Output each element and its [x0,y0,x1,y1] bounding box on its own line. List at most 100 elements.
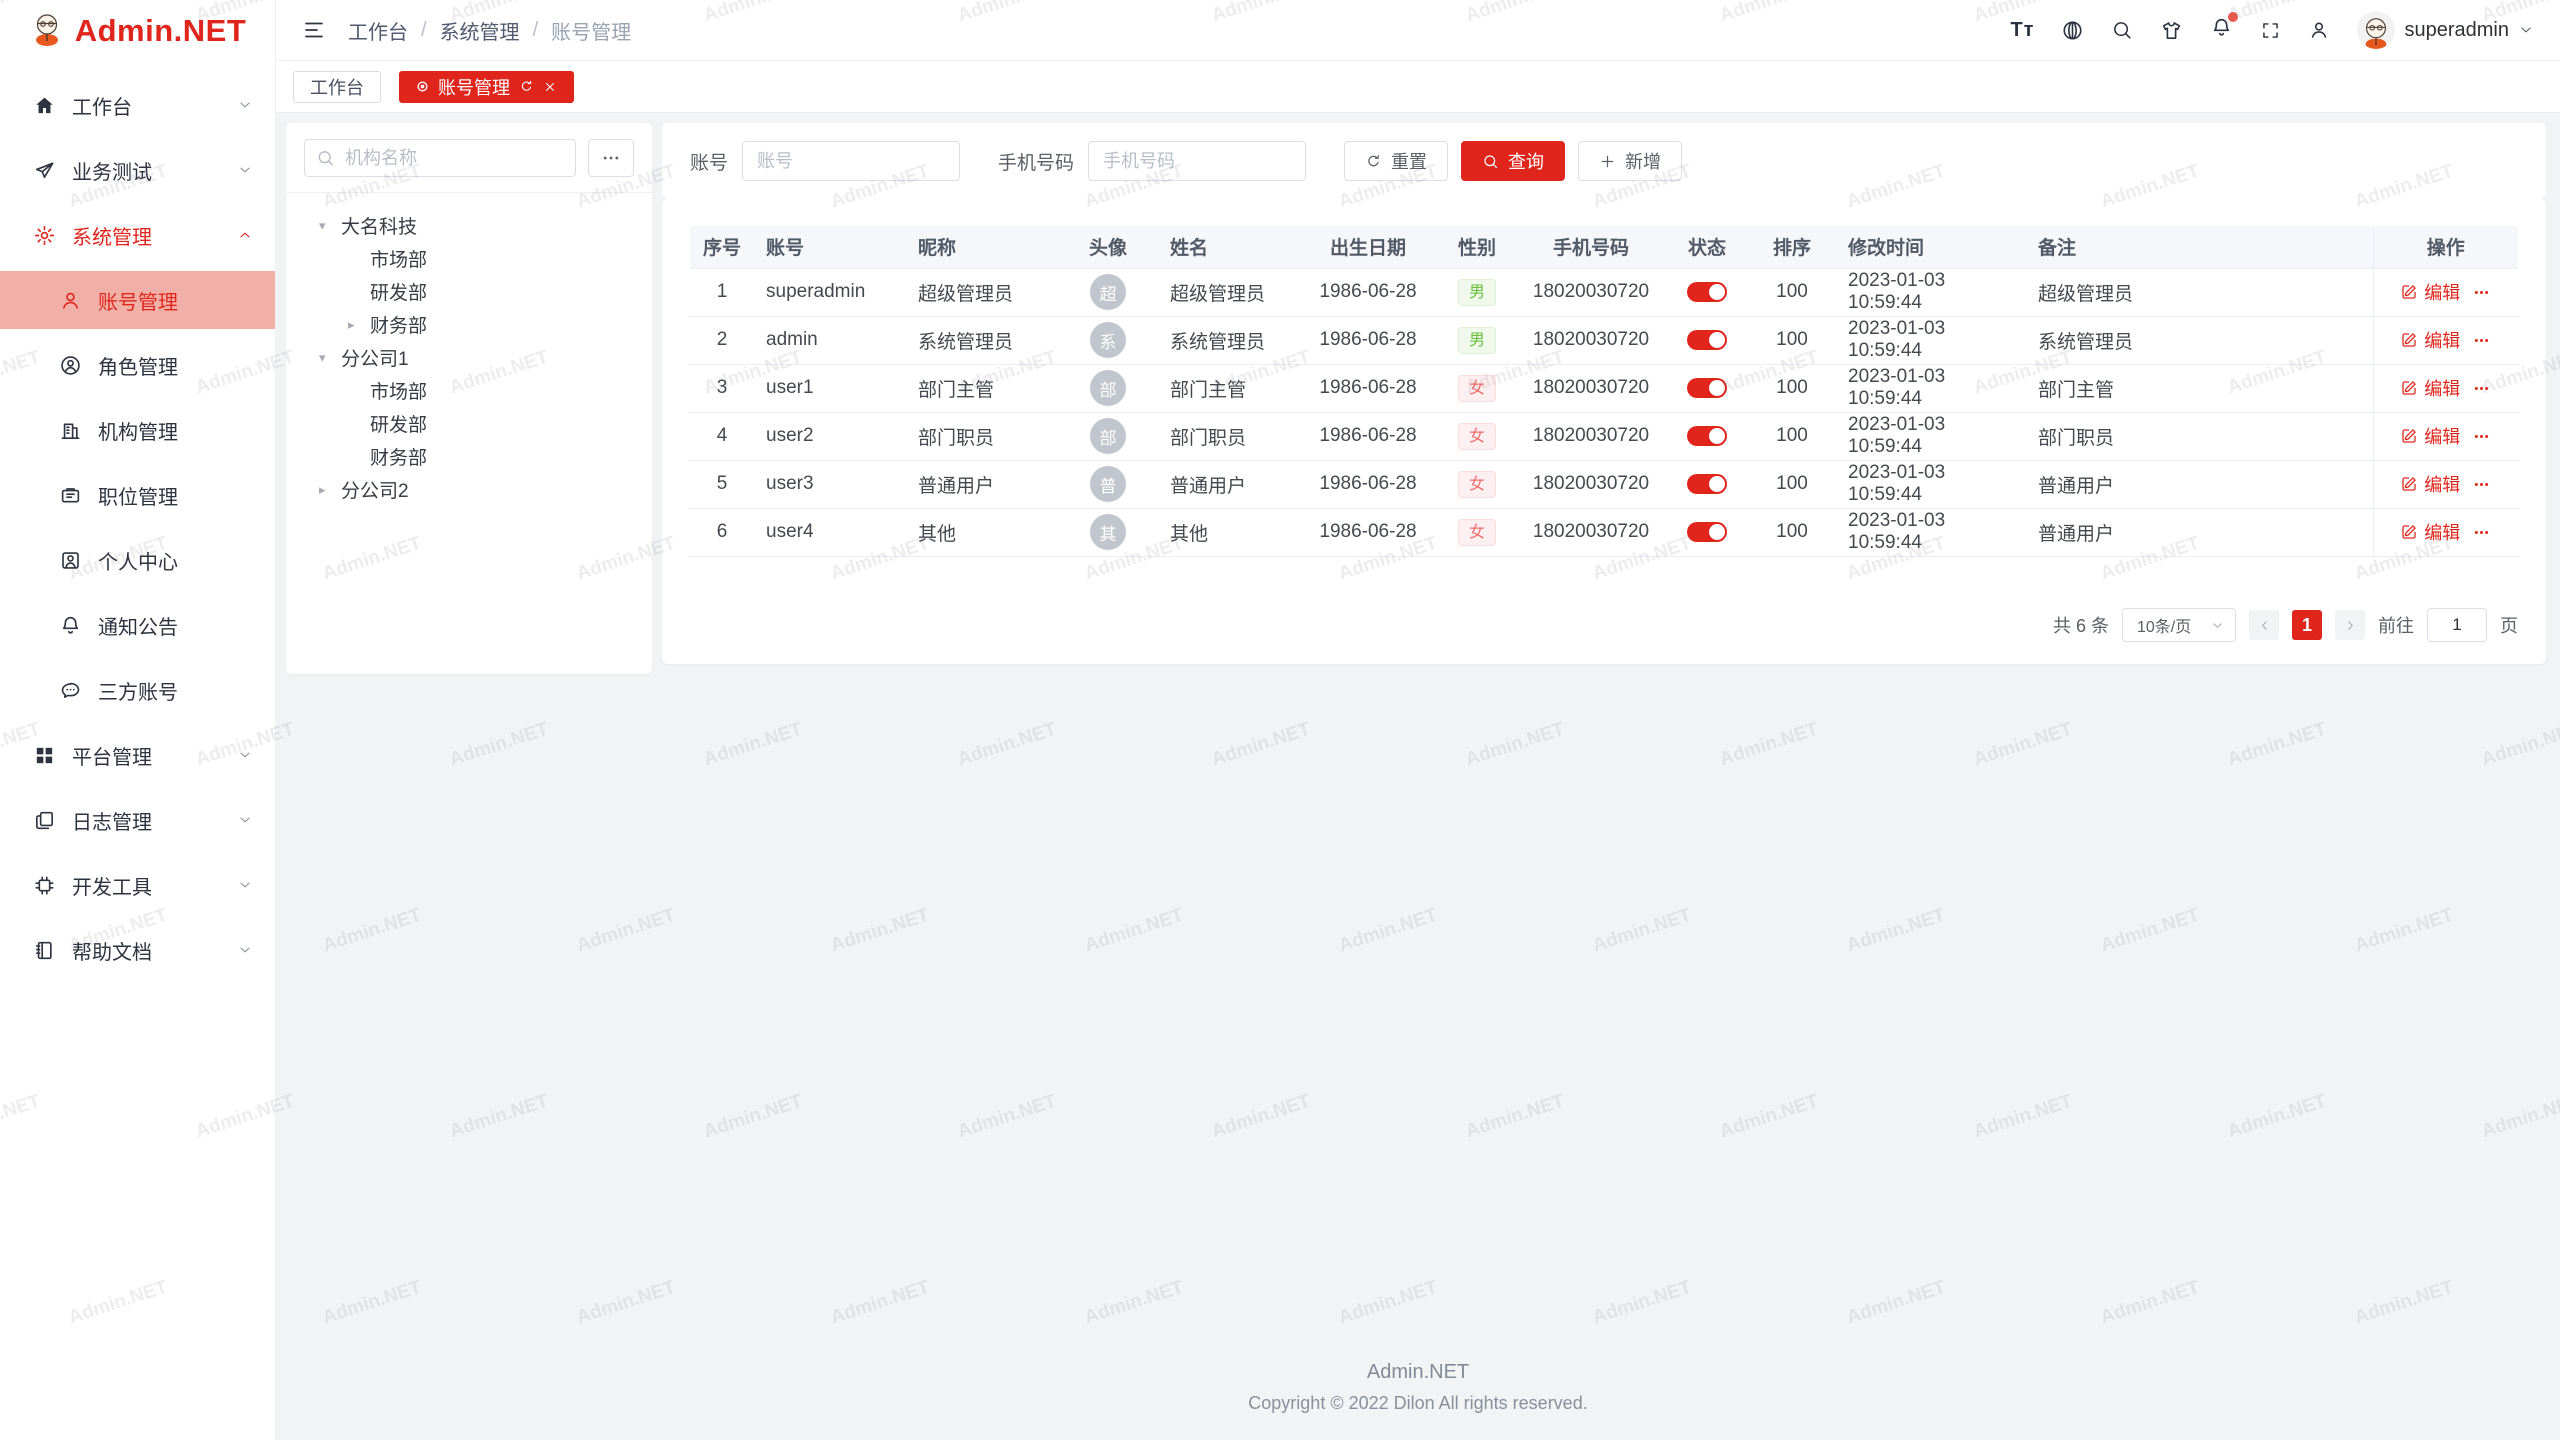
sidebar-subitem-notice[interactable]: 通知公告 [0,596,275,654]
menu-item-label: 业务测试 [72,156,152,185]
breadcrumb-item[interactable]: 系统管理 [440,16,520,45]
sidebar-item-help[interactable]: 帮助文档 [0,921,275,979]
sidebar-subitem-role[interactable]: 角色管理 [0,336,275,394]
cell-sort: 100 [1748,508,1836,556]
cell-status [1666,268,1748,316]
tree-node-label: 研发部 [370,278,427,305]
tree-node[interactable]: 市场部 [286,374,652,407]
user-menu[interactable]: superadmin [2357,11,2534,49]
breadcrumb-item[interactable]: 工作台 [348,16,408,45]
theme-shirt-icon[interactable] [2160,19,2183,42]
tree-node[interactable]: 研发部 [286,275,652,308]
user-avatar [2357,11,2395,49]
phone-input[interactable] [1088,141,1306,181]
tab-item[interactable]: 工作台 [293,71,381,103]
tree-node[interactable]: 财务部 [286,440,652,473]
status-toggle[interactable] [1687,330,1727,350]
footer-copyright: Copyright © 2022 Dilon All rights reserv… [276,1393,2560,1414]
sidebar-subitem-profile[interactable]: 个人中心 [0,531,275,589]
tree-node[interactable]: 研发部 [286,407,652,440]
status-toggle[interactable] [1687,426,1727,446]
edit-button[interactable]: 编辑 [2400,471,2460,497]
sidebar-item-log[interactable]: 日志管理 [0,791,275,849]
sidebar-subitem-position[interactable]: 职位管理 [0,466,275,524]
org-more-button[interactable] [588,139,634,177]
edit-button[interactable]: 编辑 [2400,375,2460,401]
cell-avatar: 超 [1058,268,1158,316]
tree-caret-right-icon[interactable]: ▸ [348,317,370,333]
sidebar-item-devtools[interactable]: 开发工具 [0,856,275,914]
avatar: 普 [1090,466,1126,502]
sidebar-item-system[interactable]: 系统管理 [0,206,275,264]
tab-label: 工作台 [310,74,364,100]
page-size-select[interactable]: 10条/页 [2122,608,2236,642]
gear-icon [32,223,56,247]
account-input[interactable] [742,141,960,181]
row-more-button[interactable] [2472,331,2491,350]
search-icon[interactable] [2111,19,2133,41]
tree-caret-down-icon[interactable]: ▾ [319,350,341,366]
cell-birthdate: 1986-06-28 [1298,412,1438,460]
tree-caret-down-icon[interactable]: ▾ [319,218,341,234]
cpu-icon [32,873,56,897]
tree-caret-right-icon[interactable]: ▸ [319,482,341,498]
sidebar-item-workbench[interactable]: 工作台 [0,76,275,134]
menu-fold-icon[interactable] [302,18,326,42]
app-logo[interactable]: Admin.NET [0,0,275,62]
cell-account: user1 [754,364,906,412]
sidebar-subitem-third-account[interactable]: 三方账号 [0,661,275,719]
org-name-search-input[interactable] [304,139,576,177]
row-more-button[interactable] [2472,475,2491,494]
column-header: 手机号码 [1516,226,1666,268]
edit-button[interactable]: 编辑 [2400,279,2460,305]
cell-name: 其他 [1158,508,1298,556]
edit-button[interactable]: 编辑 [2400,519,2460,545]
menu-item-label: 机构管理 [98,416,178,445]
sidebar-subitem-org[interactable]: 机构管理 [0,401,275,459]
status-toggle[interactable] [1687,282,1727,302]
row-more-button[interactable] [2472,523,2491,542]
reset-button[interactable]: 重置 [1344,141,1448,181]
cell-name: 系统管理员 [1158,316,1298,364]
tab-refresh-icon[interactable] [519,79,534,94]
query-button[interactable]: 查询 [1461,141,1565,181]
menu-item-label: 三方账号 [98,676,178,705]
status-toggle[interactable] [1687,378,1727,398]
row-index: 2 [690,316,754,364]
edit-button[interactable]: 编辑 [2400,423,2460,449]
status-toggle[interactable] [1687,522,1727,542]
cell-status [1666,316,1748,364]
cell-gender: 女 [1438,412,1516,460]
sidebar-item-platform[interactable]: 平台管理 [0,726,275,784]
row-more-button[interactable] [2472,379,2491,398]
row-more-button[interactable] [2472,427,2491,446]
tree-node[interactable]: ▸财务部 [286,308,652,341]
next-page-button[interactable] [2335,610,2365,640]
position-icon [58,483,82,507]
user-center-icon[interactable] [2308,19,2330,41]
sidebar-subitem-account[interactable]: 账号管理 [0,271,275,329]
chevron-up-icon [237,227,253,243]
sidebar-item-business-test[interactable]: 业务测试 [0,141,275,199]
tree-node[interactable]: 市场部 [286,242,652,275]
tree-node[interactable]: ▾分公司1 [286,341,652,374]
fullscreen-icon[interactable] [2260,20,2281,41]
tree-node[interactable]: ▸分公司2 [286,473,652,506]
goto-page-input[interactable] [2427,608,2487,642]
status-toggle[interactable] [1687,474,1727,494]
add-button[interactable]: 新增 [1578,141,1682,181]
cell-sort: 100 [1748,316,1836,364]
prev-page-button[interactable] [2249,610,2279,640]
tab-active[interactable]: 账号管理 [399,71,574,103]
plus-icon [1599,153,1616,170]
footer-title: Admin.NET [276,1361,2560,1384]
tab-close-icon[interactable] [543,80,557,94]
column-header: 姓名 [1158,226,1298,268]
page-number-1[interactable]: 1 [2292,610,2322,640]
edit-button[interactable]: 编辑 [2400,327,2460,353]
row-more-button[interactable] [2472,283,2491,302]
notification-bell-icon[interactable] [2210,16,2233,44]
tree-node[interactable]: ▾大名科技 [286,209,652,242]
font-size-icon[interactable]: Tт [2010,19,2034,42]
language-icon[interactable] [2061,19,2084,42]
